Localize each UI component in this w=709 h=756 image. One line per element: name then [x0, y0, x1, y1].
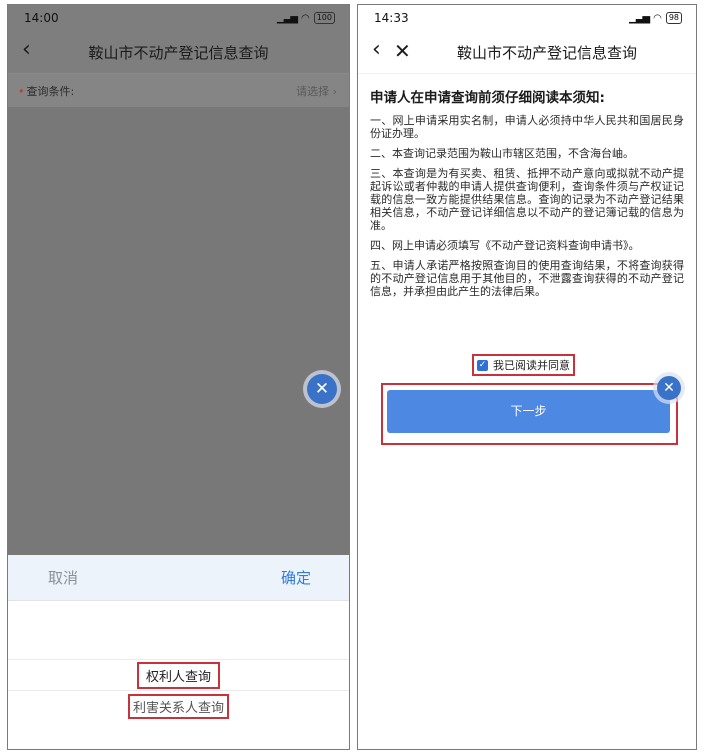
- chevron-right-icon: ›: [332, 85, 337, 98]
- notice-item: 一、网上申请采用实名制，申请人必须持中华人民共和国居民身份证办理。: [370, 114, 684, 140]
- notice-heading: 申请人在申请查询前须仔细阅读本须知:: [370, 90, 605, 106]
- left-phone-screen: 14:00 ▁▃▅ ◠ 100 ‹ 鞍山市不动产登记信息查询 • 查询条件: 请选…: [7, 4, 350, 750]
- notice-item: 三、本查询是为有买卖、租赁、抵押不动产意向或拟就不动产提起诉讼或者仲裁的申请人提…: [370, 167, 684, 232]
- status-bar: 14:00 ▁▃▅ ◠ 100: [8, 5, 349, 31]
- query-condition-label: 查询条件:: [26, 85, 75, 98]
- divider: [8, 659, 349, 660]
- status-bar: 14:33 ▁▃▅ ◠ 98: [358, 5, 696, 31]
- next-button-highlight: 下一步: [381, 383, 678, 445]
- confirm-button[interactable]: 确定: [281, 567, 311, 588]
- required-marker: •: [18, 85, 25, 98]
- status-time: 14:00: [24, 11, 59, 25]
- agree-checkbox-row[interactable]: ✓ 我已阅读并同意: [472, 354, 575, 376]
- notice-content: 申请人在申请查询前须仔细阅读本须知: 一、网上申请采用实名制，申请人必须持中华人…: [358, 74, 696, 298]
- picker-sheet: 取消 确定 权利人查询 利害关系人查询: [8, 555, 349, 749]
- page-title: 鞍山市不动产登记信息查询: [456, 43, 637, 62]
- battery-icon: 100: [313, 12, 335, 24]
- modal-overlay[interactable]: [8, 107, 349, 555]
- status-time: 14:33: [374, 11, 409, 25]
- next-button[interactable]: 下一步: [387, 390, 670, 433]
- notice-item: 五、申请人承诺严格按照查询目的使用查询结果，不将查询获得的不动产登记信息用于其他…: [370, 259, 684, 298]
- divider: [8, 690, 349, 691]
- picker-option-interested-party-query[interactable]: 利害关系人查询: [127, 694, 229, 719]
- picker-option-owner-query[interactable]: 权利人查询: [136, 662, 220, 689]
- checkbox-checked-icon[interactable]: ✓: [477, 359, 488, 371]
- close-icon[interactable]: ✕: [307, 374, 337, 404]
- picker-header: 取消 确定: [8, 555, 349, 601]
- wifi-icon: ◠: [300, 12, 310, 24]
- wifi-icon: ◠: [653, 12, 662, 24]
- notice-item: 四、网上申请必须填写《不动产登记资料查询申请书》。: [370, 239, 640, 252]
- right-phone-screen: 14:33 ▁▃▅ ◠ 98 ‹ ✕ 鞍山市不动产登记信息查询 申请人在申请查询…: [357, 4, 697, 750]
- agree-label: 我已阅读并同意: [493, 359, 570, 372]
- signal-icon: ▁▃▅: [629, 12, 650, 24]
- cancel-button[interactable]: 取消: [48, 567, 78, 588]
- nav-bar: ‹ 鞍山市不动产登记信息查询: [8, 31, 349, 73]
- page-title: 鞍山市不动产登记信息查询: [88, 43, 269, 62]
- close-icon[interactable]: ✕: [657, 376, 681, 400]
- nav-bar: ‹ ✕ 鞍山市不动产登记信息查询: [358, 31, 696, 74]
- notice-item: 二、本查询记录范围为鞍山市辖区范围，不含海台岫。: [370, 147, 634, 160]
- query-condition-row[interactable]: • 查询条件: 请选择 ›: [8, 73, 349, 108]
- signal-icon: ▁▃▅: [276, 12, 298, 24]
- battery-icon: 98: [665, 12, 682, 24]
- query-condition-placeholder: 请选择: [296, 85, 330, 98]
